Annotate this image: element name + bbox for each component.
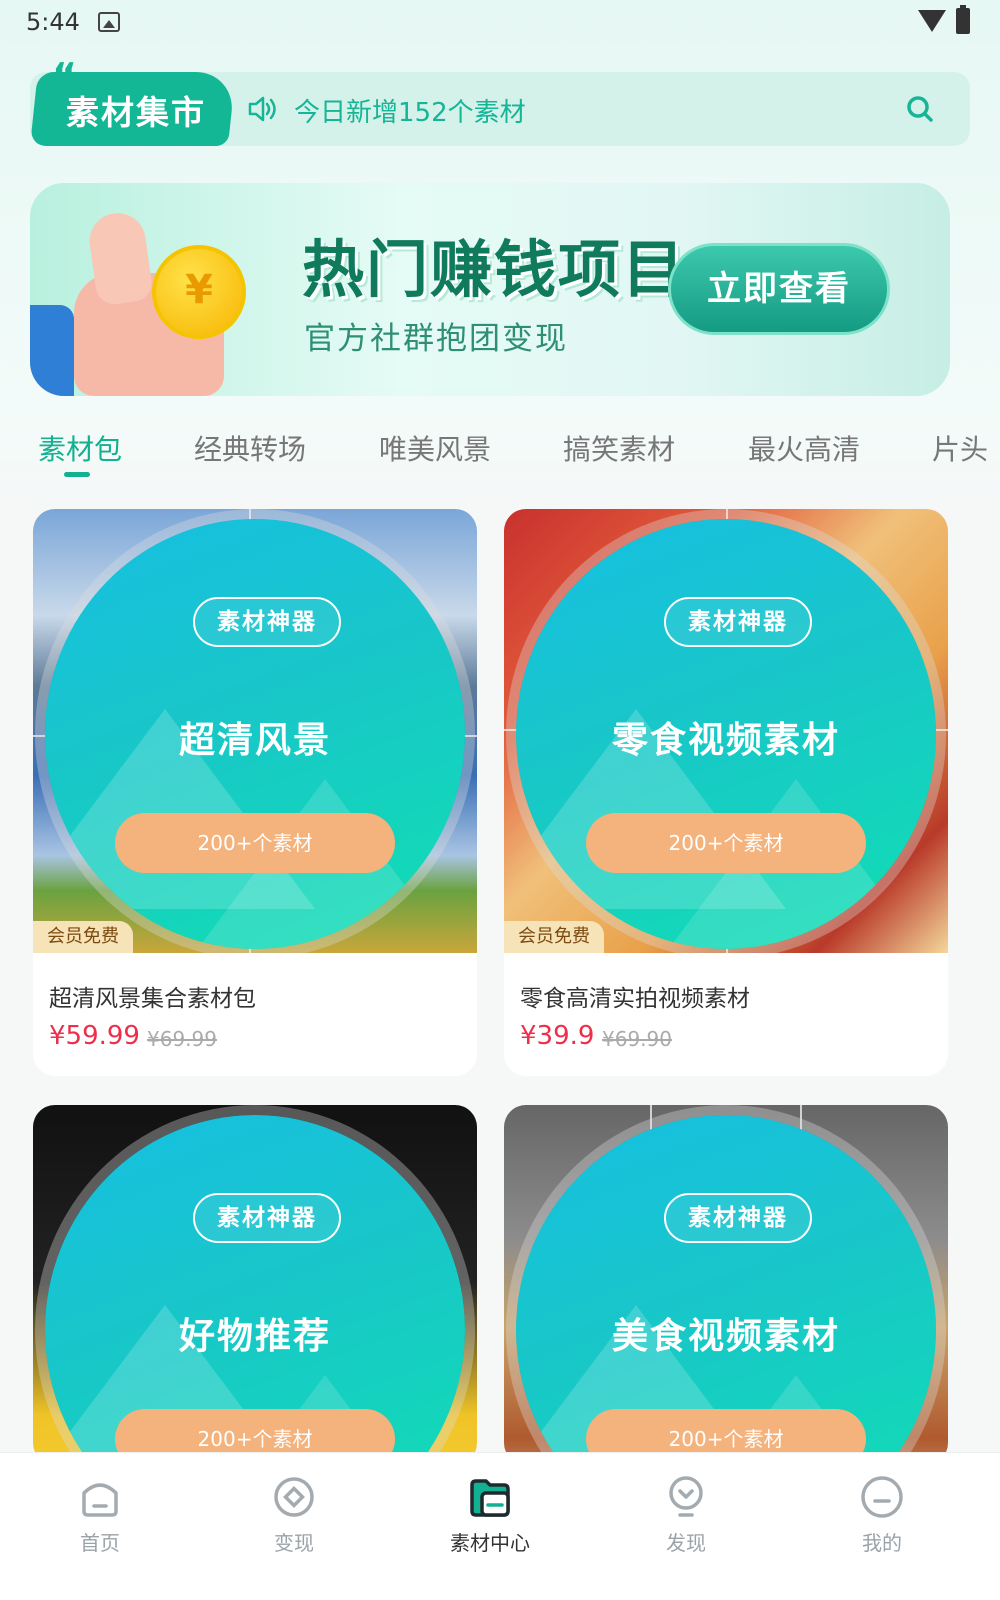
nav-label: 发现 <box>666 1531 706 1555</box>
tab-material-pack[interactable]: 素材包 <box>38 428 122 468</box>
product-card[interactable]: 素材神器 好物推荐 200+个素材 <box>33 1105 477 1465</box>
tab-intro[interactable]: 片头 <box>932 428 988 468</box>
tab-beautiful-scenery[interactable]: 唯美风景 <box>379 428 491 468</box>
view-now-button[interactable]: 立即查看 <box>668 243 890 335</box>
nav-item-monetize[interactable]: 变现 <box>194 1453 394 1600</box>
overlay-circle: 素材神器 超清风景 200+个素材 <box>45 519 465 949</box>
card-image: 素材神器 超清风景 200+个素材 会员免费 <box>33 509 477 953</box>
nav-item-discover[interactable]: 发现 <box>586 1453 786 1600</box>
coin-symbol: ¥ <box>185 267 213 313</box>
header: “ 素材集市 今日新增152个素材 <box>30 58 970 146</box>
banner-title: 热门赚钱项目 <box>302 233 687 306</box>
wifi-icon <box>918 10 946 32</box>
tab-hot-hd[interactable]: 最火高清 <box>748 428 860 468</box>
material-count-pill: 200+个素材 <box>586 813 866 873</box>
material-tool-badge: 素材神器 <box>664 597 812 647</box>
coin-icon: ¥ <box>152 245 246 339</box>
brand-title: 素材集市 <box>66 93 206 132</box>
nav-label: 我的 <box>862 1531 902 1555</box>
bottom-nav: 首页 变现 素材中心 发现 我的 <box>0 1452 1000 1600</box>
member-free-badge: 会员免费 <box>33 921 133 953</box>
overlay-title: 好物推荐 <box>178 1316 331 1357</box>
member-free-badge: 会员免费 <box>504 921 604 953</box>
material-count-pill: 200+个素材 <box>115 813 395 873</box>
card-image: 素材神器 好物推荐 200+个素材 <box>33 1105 477 1465</box>
product-card[interactable]: 素材神器 美食视频素材 200+个素材 <box>504 1105 948 1465</box>
material-tool-badge: 素材神器 <box>193 597 341 647</box>
folder-icon <box>470 1479 510 1517</box>
card-price: ¥59.99 <box>49 1021 140 1051</box>
overlay-title: 超清风景 <box>178 720 331 761</box>
sleeve-graphic <box>30 305 74 396</box>
material-tool-badge: 素材神器 <box>193 1193 341 1243</box>
speaker-icon <box>248 96 276 122</box>
notice-text: 今日新增152个素材 <box>294 98 526 128</box>
card-original-price: ¥69.90 <box>602 1027 672 1051</box>
card-original-price: ¥69.99 <box>147 1027 217 1051</box>
overlay-circle: 素材神器 零食视频素材 200+个素材 <box>516 519 936 949</box>
banner-subtitle: 官方社群抱团变现 <box>304 321 568 357</box>
nav-label: 首页 <box>80 1531 120 1555</box>
card-title: 零食高清实拍视频素材 <box>520 986 750 1012</box>
overlay-title: 美食视频素材 <box>611 1316 840 1357</box>
bulb-icon <box>669 1476 703 1517</box>
promo-banner[interactable]: ¥ 热门赚钱项目 官方社群抱团变现 立即查看 <box>30 183 950 396</box>
nav-item-home[interactable]: 首页 <box>0 1453 200 1600</box>
product-card[interactable]: 素材神器 零食视频素材 200+个素材 会员免费 零食高清实拍视频素材 ¥39.… <box>504 509 948 1076</box>
profile-icon <box>861 1476 903 1518</box>
status-bar: 5:44 <box>0 0 1000 48</box>
card-price: ¥39.9 <box>520 1021 595 1051</box>
card-image: 素材神器 零食视频素材 200+个素材 会员免费 <box>504 509 948 953</box>
material-tool-badge: 素材神器 <box>664 1193 812 1243</box>
thumb-graphic <box>86 209 154 307</box>
nav-label: 素材中心 <box>450 1531 530 1555</box>
target-icon <box>274 1477 314 1517</box>
nav-label: 变现 <box>274 1531 314 1555</box>
image-notification-icon <box>98 12 120 32</box>
status-time: 5:44 <box>26 8 80 36</box>
category-tabs: 素材包 经典转场 唯美风景 搞笑素材 最火高清 片头 <box>0 420 1000 490</box>
battery-icon <box>956 5 970 34</box>
card-image: 素材神器 美食视频素材 200+个素材 <box>504 1105 948 1465</box>
tab-classic-transition[interactable]: 经典转场 <box>194 428 306 468</box>
search-icon[interactable] <box>906 95 934 123</box>
nav-item-profile[interactable]: 我的 <box>782 1453 982 1600</box>
card-title: 超清风景集合素材包 <box>49 986 256 1012</box>
tab-funny-material[interactable]: 搞笑素材 <box>563 428 675 468</box>
overlay-title: 零食视频素材 <box>611 720 840 761</box>
tab-indicator <box>64 472 90 477</box>
nav-item-material-center[interactable]: 素材中心 <box>390 1453 590 1600</box>
product-card[interactable]: 素材神器 超清风景 200+个素材 会员免费 超清风景集合素材包 ¥59.99 … <box>33 509 477 1076</box>
home-icon <box>82 1483 118 1517</box>
